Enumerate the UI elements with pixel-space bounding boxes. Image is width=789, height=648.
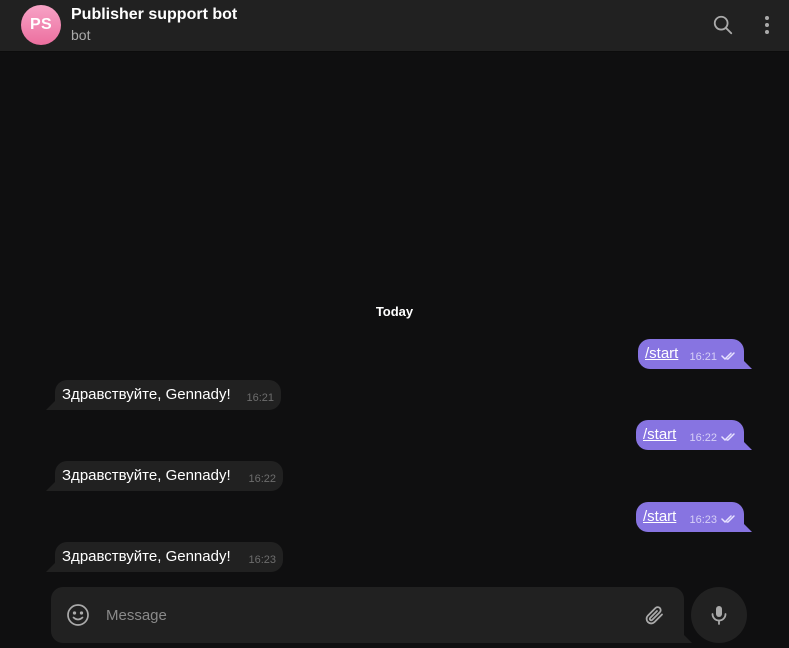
message-time: 16:21: [246, 392, 274, 404]
message-text: Здравствуйте, Gennady!: [62, 548, 231, 565]
message-text: Здравствуйте, Gennady!: [62, 467, 231, 484]
message-time: 16:22: [248, 473, 276, 485]
message-text[interactable]: /start: [645, 339, 678, 369]
incoming-message[interactable]: Здравствуйте, Gennady! 16:23: [46, 542, 283, 572]
double-check-icon: [721, 515, 735, 523]
search-icon: [713, 15, 733, 35]
message-list[interactable]: Today /start 16:21 Здравствуйте, Gennady…: [0, 52, 789, 648]
message-time: 16:23: [248, 554, 276, 566]
chat-title[interactable]: Publisher support bot: [71, 6, 237, 24]
outgoing-message[interactable]: /start 16:22: [636, 420, 752, 450]
incoming-message[interactable]: Здравствуйте, Gennady! 16:21: [46, 380, 281, 410]
message-input[interactable]: [106, 587, 626, 643]
message-text[interactable]: /start: [643, 420, 676, 450]
search-button[interactable]: [710, 12, 736, 38]
more-vertical-icon: [765, 16, 769, 34]
message-time: 16:23: [689, 514, 717, 526]
chat-header: PS Publisher support bot bot: [0, 0, 789, 52]
message-text[interactable]: /start: [643, 502, 676, 532]
chat-subtitle: bot: [71, 27, 91, 43]
record-voice-button[interactable]: [691, 587, 747, 643]
message-time: 16:21: [689, 351, 717, 363]
message-composer: [51, 587, 692, 643]
outgoing-message[interactable]: /start 16:21: [638, 339, 752, 369]
avatar[interactable]: PS: [21, 5, 61, 45]
double-check-icon: [721, 433, 735, 441]
message-time: 16:22: [689, 432, 717, 444]
microphone-icon: [711, 606, 727, 625]
outgoing-message[interactable]: /start 16:23: [636, 502, 752, 532]
date-separator: Today: [375, 304, 414, 319]
message-text: Здравствуйте, Gennady!: [62, 386, 231, 403]
smile-icon[interactable]: [66, 603, 90, 627]
more-menu-button[interactable]: [754, 12, 780, 38]
paperclip-icon[interactable]: [642, 603, 666, 627]
double-check-icon: [721, 352, 735, 360]
incoming-message[interactable]: Здравствуйте, Gennady! 16:22: [46, 461, 283, 491]
